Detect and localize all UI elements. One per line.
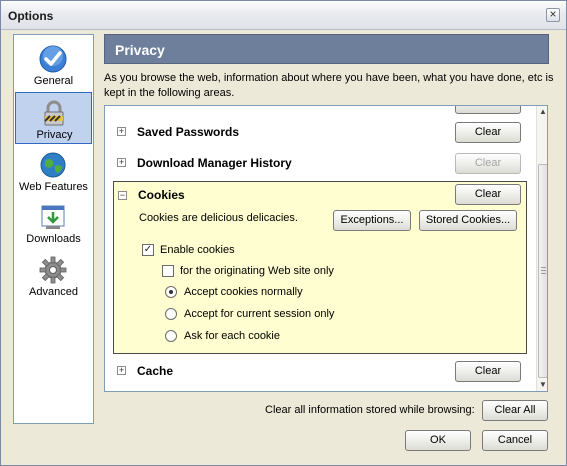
exceptions-button[interactable]: Exceptions...: [333, 210, 411, 231]
ask-each-radio[interactable]: [165, 330, 177, 342]
section-title[interactable]: Download Manager History: [137, 156, 292, 170]
category-sidebar: General Privacy Web Features Downloads A…: [13, 34, 94, 424]
privacy-items-list: + Saved Passwords Clear + Download Manag…: [104, 105, 548, 392]
options-dialog: Options × General Privacy Web Features D…: [0, 0, 567, 466]
close-button[interactable]: ×: [546, 8, 560, 22]
sidebar-item-label: Downloads: [26, 233, 81, 245]
sidebar-item-label: Privacy: [36, 129, 73, 141]
title-bar[interactable]: Options ×: [1, 1, 566, 30]
clear-cache-button[interactable]: Clear: [455, 361, 521, 382]
padlock-icon: [44, 100, 64, 126]
grip-icon: [541, 267, 546, 274]
page-description: As you browse the web, information about…: [104, 72, 554, 99]
scroll-down-icon[interactable]: ▼: [537, 379, 547, 391]
clear-cookies-button[interactable]: Clear: [455, 184, 521, 205]
sidebar-item-web-features[interactable]: Web Features: [15, 145, 92, 197]
download-icon: [41, 205, 65, 229]
section-title[interactable]: Cookies: [138, 188, 185, 202]
accept-normally-radio[interactable]: [165, 286, 177, 298]
clear-all-button[interactable]: Clear All: [482, 400, 548, 421]
clear-download-history-button[interactable]: Clear: [455, 153, 521, 174]
clear-passwords-button[interactable]: Clear: [455, 122, 521, 143]
sidebar-item-general[interactable]: General: [15, 39, 92, 91]
accept-normally-label[interactable]: Accept cookies normally: [184, 286, 303, 298]
sidebar-item-label: Web Features: [19, 181, 88, 193]
collapse-toggle[interactable]: −: [118, 191, 127, 200]
gear-icon: [39, 256, 67, 284]
enable-cookies-label[interactable]: Enable cookies: [160, 244, 235, 256]
section-cache: + Cache Clear: [113, 361, 533, 383]
sidebar-item-label: General: [33, 75, 74, 87]
originating-site-label[interactable]: for the originating Web site only: [180, 265, 334, 277]
ok-button[interactable]: OK: [405, 430, 471, 451]
globe-icon: [40, 152, 66, 178]
clear-all-text: Clear all information stored while brows…: [265, 404, 475, 416]
page-title: Privacy: [104, 34, 549, 64]
scroll-up-icon[interactable]: ▲: [537, 106, 547, 118]
enable-cookies-checkbox[interactable]: ✓: [142, 244, 154, 256]
section-title[interactable]: Cache: [137, 364, 173, 378]
checkmark-icon: [39, 45, 67, 73]
section-saved-passwords: + Saved Passwords Clear: [113, 122, 533, 144]
accept-session-label[interactable]: Accept for current session only: [184, 308, 334, 320]
cancel-button[interactable]: Cancel: [482, 430, 548, 451]
section-cookies: − Cookies Clear Cookies are delicious de…: [113, 181, 527, 354]
clear-button-hidden-row[interactable]: [455, 106, 521, 114]
originating-site-checkbox[interactable]: [162, 265, 174, 277]
section-title[interactable]: Saved Passwords: [137, 125, 239, 139]
expand-toggle[interactable]: +: [117, 366, 126, 375]
sidebar-item-advanced[interactable]: Advanced: [15, 250, 92, 302]
cookies-description: Cookies are delicious delicacies.: [139, 212, 298, 224]
sidebar-item-privacy[interactable]: Privacy: [15, 92, 92, 144]
list-scrollbar[interactable]: ▲ ▼: [536, 106, 547, 391]
sidebar-item-label: Advanced: [29, 286, 78, 298]
window-title: Options: [8, 9, 54, 23]
expand-toggle[interactable]: +: [117, 127, 126, 136]
stored-cookies-button[interactable]: Stored Cookies...: [419, 210, 517, 231]
accept-session-radio[interactable]: [165, 308, 177, 320]
section-download-history: + Download Manager History Clear: [113, 153, 533, 175]
scroll-thumb[interactable]: [538, 164, 547, 378]
sidebar-item-downloads[interactable]: Downloads: [15, 197, 92, 249]
ask-each-label[interactable]: Ask for each cookie: [184, 330, 280, 342]
expand-toggle[interactable]: +: [117, 158, 126, 167]
